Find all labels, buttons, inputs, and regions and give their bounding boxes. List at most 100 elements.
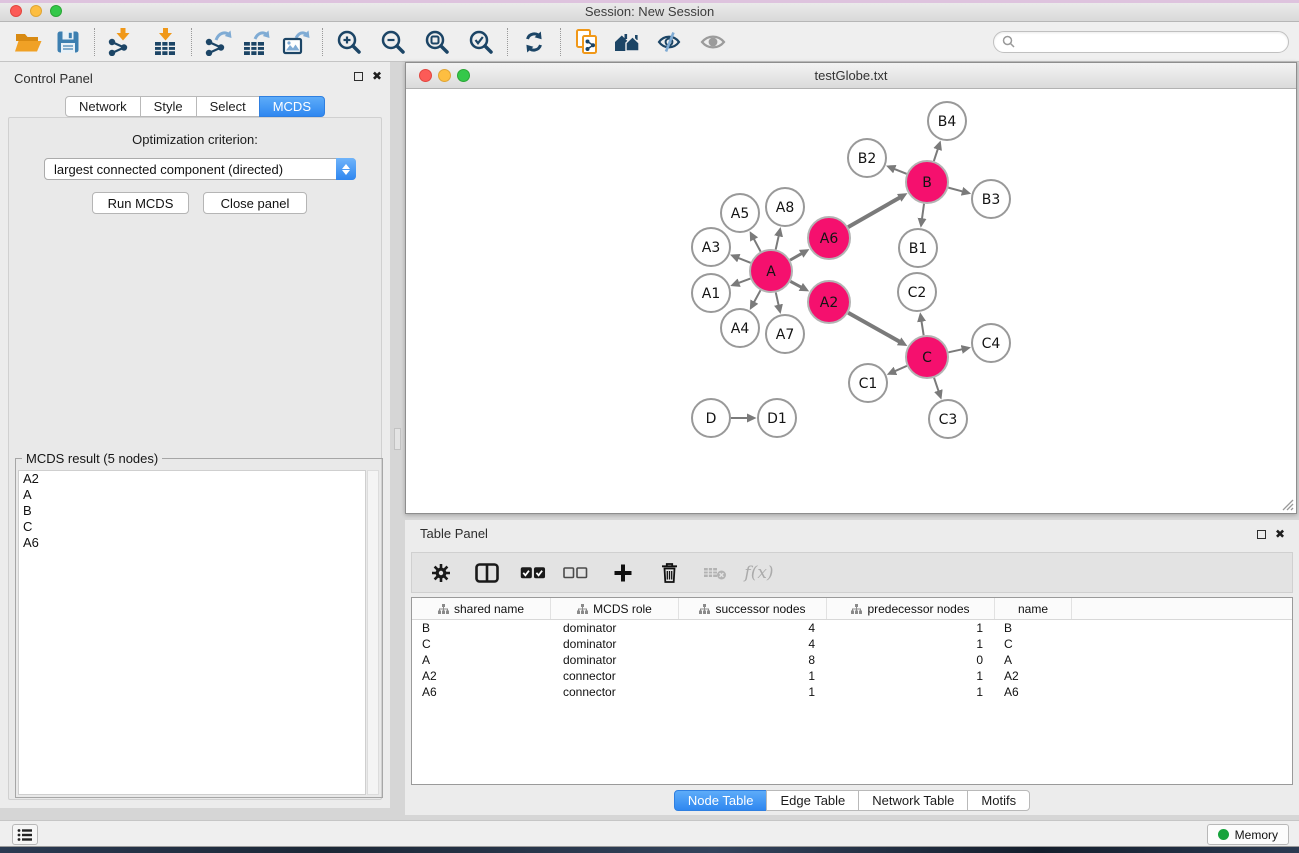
mcds-tab-content: Optimization criterion: largest connecte… bbox=[8, 117, 382, 800]
graph-edge-C-C3[interactable] bbox=[934, 378, 939, 392]
graph-edge-C-C2[interactable] bbox=[921, 321, 923, 336]
column-header-successor-nodes[interactable]: successor nodes bbox=[679, 598, 827, 619]
graph-edge-C-C4[interactable] bbox=[948, 349, 962, 352]
graph-edge-A6-B[interactable] bbox=[848, 197, 900, 227]
float-table-panel-icon[interactable] bbox=[1257, 530, 1266, 539]
graph-node-label-C2: C2 bbox=[908, 285, 927, 301]
home-icon[interactable] bbox=[609, 26, 645, 58]
tab-edge-table[interactable]: Edge Table bbox=[766, 790, 859, 811]
table-row[interactable]: A6 connector 1 1 A6 bbox=[412, 684, 1292, 700]
desktop-wallpaper-strip bbox=[0, 847, 1299, 853]
run-mcds-button[interactable]: Run MCDS bbox=[92, 192, 189, 214]
resize-grip-icon[interactable] bbox=[1280, 497, 1294, 511]
graph-edge-A2-C[interactable] bbox=[848, 313, 900, 342]
column-header-mcds-role[interactable]: MCDS role bbox=[551, 598, 679, 619]
result-list-item[interactable]: A bbox=[19, 487, 365, 503]
column-label: successor nodes bbox=[715, 602, 805, 616]
application-window: Session: New Session bbox=[0, 0, 1299, 853]
result-list-item[interactable]: A2 bbox=[19, 471, 365, 487]
table-row[interactable]: C dominator 4 1 C bbox=[412, 636, 1292, 652]
tab-network[interactable]: Network bbox=[65, 96, 141, 117]
export-image-icon[interactable] bbox=[278, 26, 314, 58]
close-panel-button[interactable]: Close panel bbox=[203, 192, 307, 214]
graph-edge-A-A3[interactable] bbox=[738, 258, 751, 263]
save-icon[interactable] bbox=[50, 26, 86, 58]
tab-style[interactable]: Style bbox=[140, 96, 197, 117]
show-graphics-details-eye-icon[interactable] bbox=[695, 26, 731, 58]
search-box[interactable] bbox=[993, 31, 1289, 53]
tab-motifs[interactable]: Motifs bbox=[967, 790, 1030, 811]
memory-button[interactable]: Memory bbox=[1207, 824, 1289, 845]
attribute-tree-icon bbox=[699, 604, 710, 614]
table-panel: Table Panel ✖ bbox=[405, 520, 1299, 815]
graph-edge-B-B3[interactable] bbox=[948, 188, 963, 192]
graph-edge-A-A6[interactable] bbox=[790, 253, 802, 260]
open-folder-icon[interactable] bbox=[10, 26, 46, 58]
graph-edge-A-A1[interactable] bbox=[738, 279, 750, 283]
graph-edge-A-A8[interactable] bbox=[776, 235, 779, 249]
graph-edge-B-B4[interactable] bbox=[934, 149, 938, 162]
result-list-item[interactable]: A6 bbox=[19, 535, 365, 551]
graph-edge-A-A4[interactable] bbox=[754, 290, 761, 302]
graph-edge-A-A5[interactable] bbox=[754, 239, 761, 252]
column-header-name[interactable]: name bbox=[995, 598, 1072, 619]
table-row[interactable]: A dominator 8 0 A bbox=[412, 652, 1292, 668]
list-icon bbox=[17, 828, 33, 842]
mcds-result-list: A2 A B C A6 bbox=[18, 470, 366, 795]
tab-node-table[interactable]: Node Table bbox=[674, 790, 768, 811]
copy-network-icon[interactable] bbox=[569, 26, 605, 58]
network-canvas[interactable]: B4B2BB3A8A5A6A3B1AA1C2A2A4A7C4CC1C3DD1 bbox=[406, 89, 1296, 513]
task-history-button[interactable] bbox=[12, 824, 38, 845]
column-header-shared-name[interactable]: shared name bbox=[412, 598, 551, 619]
result-list-item[interactable]: B bbox=[19, 503, 365, 519]
graph-node-label-A1: A1 bbox=[702, 286, 720, 302]
zoom-selected-icon[interactable] bbox=[463, 26, 499, 58]
tab-select[interactable]: Select bbox=[196, 96, 260, 117]
tab-network-table[interactable]: Network Table bbox=[858, 790, 968, 811]
network-window-titlebar: testGlobe.txt bbox=[406, 63, 1296, 89]
graph-edge-A-A7[interactable] bbox=[776, 292, 779, 305]
add-column-icon[interactable] bbox=[610, 559, 636, 587]
close-panel-icon[interactable]: ✖ bbox=[372, 70, 382, 82]
zoom-out-icon[interactable] bbox=[375, 26, 411, 58]
apply-function-icon[interactable]: f(x) bbox=[746, 559, 772, 587]
select-all-checkboxes-icon[interactable] bbox=[520, 559, 546, 587]
split-grip[interactable] bbox=[394, 428, 401, 450]
refresh-icon[interactable] bbox=[516, 26, 552, 58]
cell-successor-nodes: 4 bbox=[679, 636, 827, 652]
close-table-panel-icon[interactable]: ✖ bbox=[1275, 528, 1285, 540]
cell-predecessor-nodes: 1 bbox=[827, 620, 995, 636]
export-table-icon[interactable] bbox=[238, 26, 274, 58]
cell-shared-name: A bbox=[412, 652, 551, 668]
float-panel-icon[interactable] bbox=[354, 72, 363, 81]
table-row[interactable]: B dominator 4 1 B bbox=[412, 620, 1292, 636]
zoom-fit-icon[interactable] bbox=[419, 26, 455, 58]
delete-table-icon[interactable] bbox=[702, 559, 728, 587]
split-divider-vertical[interactable] bbox=[390, 62, 405, 808]
selected-criterion: largest connected component (directed) bbox=[45, 162, 336, 177]
search-input[interactable] bbox=[1020, 35, 1280, 49]
graph-edge-B-B1[interactable] bbox=[922, 204, 924, 219]
table-panel-title: Table Panel bbox=[420, 526, 488, 541]
tab-mcds[interactable]: MCDS bbox=[259, 96, 325, 117]
settings-gear-icon[interactable] bbox=[428, 559, 454, 587]
result-list-item[interactable]: C bbox=[19, 519, 365, 535]
optimization-criterion-select[interactable]: largest connected component (directed) bbox=[44, 158, 356, 180]
export-network-icon[interactable] bbox=[200, 26, 236, 58]
table-row[interactable]: A2 connector 1 1 A2 bbox=[412, 668, 1292, 684]
hide-graphics-details-eye-slash-icon[interactable] bbox=[651, 26, 687, 58]
graph-edge-C-C1[interactable] bbox=[895, 366, 907, 371]
split-view-icon[interactable] bbox=[474, 559, 500, 587]
toolbar-divider bbox=[191, 28, 192, 56]
delete-column-trash-icon[interactable] bbox=[656, 559, 682, 587]
import-table-icon[interactable] bbox=[147, 26, 183, 58]
zoom-in-icon[interactable] bbox=[331, 26, 367, 58]
toolbar-divider bbox=[507, 28, 508, 56]
result-list-scrollbar[interactable] bbox=[367, 470, 379, 795]
graph-edge-B-B2[interactable] bbox=[894, 169, 907, 174]
graph-edge-A-A2[interactable] bbox=[790, 281, 801, 287]
cell-name: A bbox=[995, 652, 1072, 668]
column-header-predecessor-nodes[interactable]: predecessor nodes bbox=[827, 598, 995, 619]
deselect-all-checkboxes-icon[interactable] bbox=[562, 559, 588, 587]
import-network-icon[interactable] bbox=[103, 26, 139, 58]
